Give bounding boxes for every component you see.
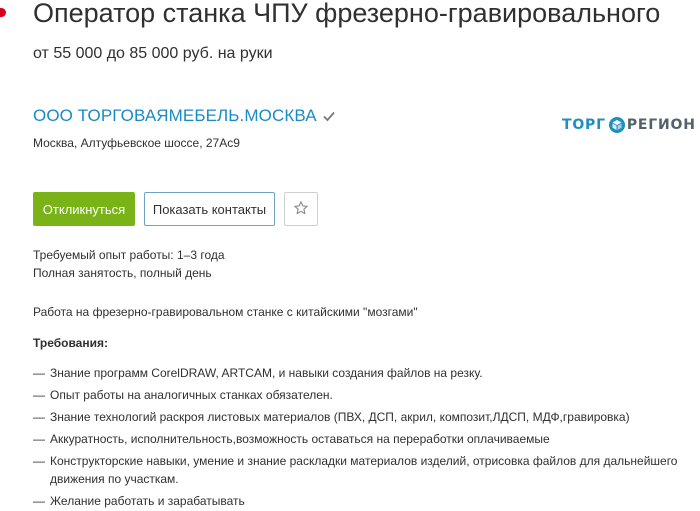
company-row: ООО ТОРГОВАЯМЕБЕЛЬ.МОСКВА [33, 106, 336, 126]
salary-text: от 55 000 до 85 000 руб. на руки [33, 45, 273, 62]
list-dash: — [33, 432, 45, 446]
favorite-button[interactable] [284, 192, 318, 226]
list-dash: — [33, 388, 45, 402]
list-dash: — [33, 494, 45, 508]
requirements-list: — Знание программ CorelDRAW, ARTCAM, и н… [33, 364, 693, 511]
cube-logo-icon [608, 116, 626, 134]
requirements-heading: Требования: [33, 336, 108, 350]
list-item: — Аккуратность, исполнительность,возможн… [33, 430, 693, 448]
requirement-text: Желание работать и зарабатывать [50, 494, 245, 508]
star-outline-icon [293, 200, 309, 219]
company-logo[interactable]: ТОРГ РЕГИОН [562, 116, 696, 134]
company-address: Москва, Алтуфьевское шоссе, 27Ас9 [33, 136, 240, 150]
logo-text-torg: ТОРГ [562, 117, 606, 133]
requirement-text: Аккуратность, исполнительность,возможнос… [50, 432, 550, 446]
employment-text: Полная занятость, полный день [33, 266, 212, 280]
vacancy-description: Работа на фрезерно-гравировальном станке… [33, 305, 418, 319]
vacancy-title: Оператор станка ЧПУ фрезерно-гравироваль… [33, 0, 661, 28]
list-item: — Знание программ CorelDRAW, ARTCAM, и н… [33, 364, 693, 382]
list-dash: — [33, 454, 45, 468]
show-contacts-button[interactable]: Показать контакты [144, 192, 275, 226]
requirement-text: Знание технологий раскроя листовых матер… [50, 410, 630, 424]
list-item: — Желание работать и зарабатывать [33, 492, 693, 510]
checkmark-icon [322, 109, 336, 123]
list-item: — Знание технологий раскроя листовых мат… [33, 408, 693, 426]
requirement-text: Знание программ CorelDRAW, ARTCAM, и нав… [50, 366, 483, 380]
list-item: — Конструкторские навыки, умение и знани… [33, 452, 693, 488]
logo-text-region: РЕГИОН [626, 117, 696, 133]
requirement-text: Опыт работы на аналогичных станках обяза… [50, 388, 333, 402]
experience-text: Требуемый опыт работы: 1–3 года [33, 248, 225, 262]
list-dash: — [33, 366, 45, 380]
vacancy-page: Оператор станка ЧПУ фрезерно-гравироваль… [0, 0, 700, 511]
list-item: — Опыт работы на аналогичных станках обя… [33, 386, 693, 404]
requirement-text: Конструкторские навыки, умение и знание … [50, 454, 678, 486]
company-name-link[interactable]: ООО ТОРГОВАЯМЕБЕЛЬ.МОСКВА [33, 106, 317, 126]
red-corner-mark [0, 8, 6, 17]
respond-button[interactable]: Откликнуться [33, 192, 135, 226]
list-dash: — [33, 410, 45, 424]
